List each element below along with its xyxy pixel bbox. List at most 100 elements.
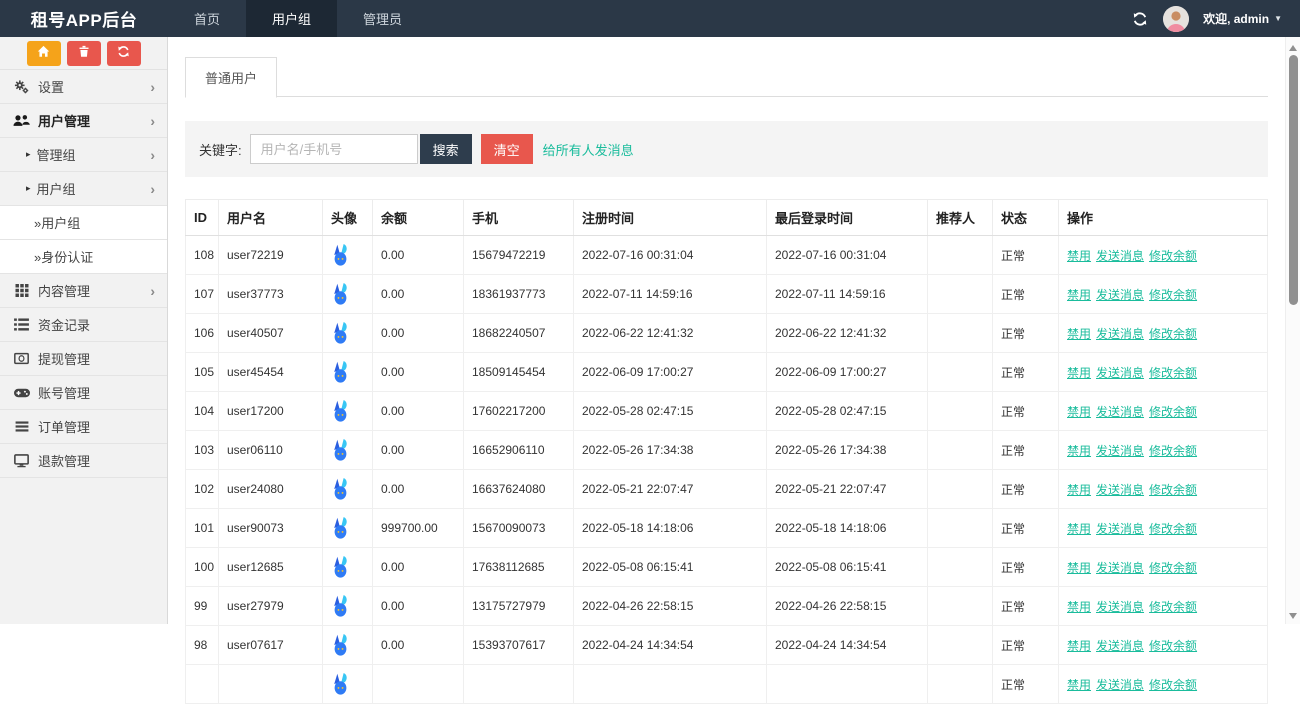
disable-link[interactable]: 禁用 <box>1067 288 1091 302</box>
disable-link[interactable]: 禁用 <box>1067 249 1091 263</box>
edit-balance-link[interactable]: 修改余额 <box>1149 249 1197 263</box>
recycle-button[interactable] <box>107 41 141 66</box>
sidebar-item-退款管理[interactable]: 退款管理 <box>0 444 167 478</box>
disable-link[interactable]: 禁用 <box>1067 561 1091 575</box>
edit-balance-link[interactable]: 修改余额 <box>1149 561 1197 575</box>
nav-item-2[interactable]: 管理员 <box>337 0 428 37</box>
sidebar-item-label: 订单管理 <box>38 417 90 436</box>
cell-actions: 禁用发送消息修改余额 <box>1059 392 1268 431</box>
disable-link[interactable]: 禁用 <box>1067 444 1091 458</box>
send-message-link[interactable]: 发送消息 <box>1096 405 1144 419</box>
welcome-admin-menu[interactable]: 欢迎, admin ▼ <box>1203 10 1282 27</box>
sidebar: 设置›用户管理›▸管理组›▸用户组›»用户组»身份认证内容管理› 资金记录提现管理… <box>0 37 168 624</box>
cell-referrer <box>928 509 993 548</box>
cell-status: 正常 <box>993 314 1059 353</box>
table-row: 102 user24080 0.00 16637624080 2022-05-2… <box>186 470 1268 509</box>
disable-link[interactable]: 禁用 <box>1067 483 1091 497</box>
cell-phone: 16637624080 <box>464 470 574 509</box>
scrollbar-thumb[interactable] <box>1289 55 1298 305</box>
disable-link[interactable]: 禁用 <box>1067 405 1091 419</box>
edit-balance-link[interactable]: 修改余额 <box>1149 444 1197 458</box>
sidebar-item-订单管理[interactable]: 订单管理 <box>0 410 167 444</box>
disable-link[interactable]: 禁用 <box>1067 600 1091 614</box>
edit-balance-link[interactable]: 修改余额 <box>1149 522 1197 536</box>
clear-button[interactable]: 清空 <box>481 134 533 164</box>
refresh-icon[interactable] <box>1131 10 1149 28</box>
sidebar-item-label: 提现管理 <box>38 349 90 368</box>
trash-button[interactable] <box>67 41 101 66</box>
cell-referrer <box>928 275 993 314</box>
cell-last-login: 2022-04-26 22:58:15 <box>767 587 928 626</box>
search-button[interactable]: 搜索 <box>420 134 472 164</box>
cell-username: user45454 <box>219 353 323 392</box>
column-header-9: 操作 <box>1059 200 1268 236</box>
cell-username: user12685 <box>219 548 323 587</box>
send-message-link[interactable]: 发送消息 <box>1096 444 1144 458</box>
send-message-link[interactable]: 发送消息 <box>1096 483 1144 497</box>
edit-balance-link[interactable]: 修改余额 <box>1149 678 1197 692</box>
cell-last-login: 2022-05-18 14:18:06 <box>767 509 928 548</box>
sidebar-item-身份认证[interactable]: »身份认证 <box>0 240 167 274</box>
disable-link[interactable]: 禁用 <box>1067 639 1091 653</box>
sidebar-item-用户组[interactable]: »用户组 <box>0 206 167 240</box>
sidebar-item-资金记录[interactable]: 资金记录 <box>0 308 167 342</box>
user-avatar[interactable] <box>1163 6 1189 32</box>
send-message-link[interactable]: 发送消息 <box>1096 600 1144 614</box>
send-message-link[interactable]: 发送消息 <box>1096 678 1144 692</box>
send-message-link[interactable]: 发送消息 <box>1096 639 1144 653</box>
edit-balance-link[interactable]: 修改余额 <box>1149 405 1197 419</box>
cell-status: 正常 <box>993 509 1059 548</box>
rabbit-avatar-icon <box>331 595 350 617</box>
cell-balance: 0.00 <box>373 470 464 509</box>
sidebar-item-label: 资金记录 <box>38 315 90 334</box>
sidebar-item-管理组[interactable]: ▸管理组› <box>0 138 167 172</box>
cell-avatar <box>323 665 373 704</box>
edit-balance-link[interactable]: 修改余额 <box>1149 288 1197 302</box>
scroll-up-arrow-icon[interactable] <box>1289 45 1297 51</box>
sidebar-item-账号管理[interactable]: 账号管理 <box>0 376 167 410</box>
sidebar-item-提现管理[interactable]: 提现管理 <box>0 342 167 376</box>
cell-referrer <box>928 470 993 509</box>
cell-status: 正常 <box>993 626 1059 665</box>
tab-normal-users[interactable]: 普通用户 <box>185 57 277 98</box>
keyword-input[interactable] <box>250 134 418 164</box>
send-message-link[interactable]: 发送消息 <box>1096 249 1144 263</box>
edit-balance-link[interactable]: 修改余额 <box>1149 327 1197 341</box>
edit-balance-link[interactable]: 修改余额 <box>1149 639 1197 653</box>
cell-status: 正常 <box>993 431 1059 470</box>
table-row: 正常 禁用发送消息修改余额 <box>186 665 1268 704</box>
cell-phone: 18509145454 <box>464 353 574 392</box>
nav-item-1[interactable]: 用户组 <box>246 0 337 37</box>
edit-balance-link[interactable]: 修改余额 <box>1149 483 1197 497</box>
edit-balance-link[interactable]: 修改余额 <box>1149 366 1197 380</box>
send-message-link[interactable]: 发送消息 <box>1096 288 1144 302</box>
disable-link[interactable]: 禁用 <box>1067 678 1091 692</box>
send-message-link[interactable]: 发送消息 <box>1096 327 1144 341</box>
cell-balance: 0.00 <box>373 548 464 587</box>
cell-avatar <box>323 509 373 548</box>
rabbit-avatar-icon <box>331 673 350 695</box>
sidebar-item-内容管理[interactable]: 内容管理› <box>0 274 167 308</box>
disable-link[interactable]: 禁用 <box>1067 366 1091 380</box>
vertical-scrollbar[interactable] <box>1285 37 1300 624</box>
message-all-link[interactable]: 给所有人发消息 <box>543 140 634 159</box>
cell-reg-time: 2022-06-22 12:41:32 <box>574 314 767 353</box>
home-button[interactable] <box>27 41 61 66</box>
cell-avatar <box>323 548 373 587</box>
sidebar-item-用户管理[interactable]: 用户管理› <box>0 104 167 138</box>
disable-link[interactable]: 禁用 <box>1067 327 1091 341</box>
send-message-link[interactable]: 发送消息 <box>1096 522 1144 536</box>
sidebar-item-设置[interactable]: 设置› <box>0 70 167 104</box>
scroll-down-arrow-icon[interactable] <box>1289 613 1297 619</box>
cell-phone: 15679472219 <box>464 236 574 275</box>
nav-item-0[interactable]: 首页 <box>168 0 246 37</box>
table-row: 100 user12685 0.00 17638112685 2022-05-0… <box>186 548 1268 587</box>
gears-icon <box>13 79 30 94</box>
disable-link[interactable]: 禁用 <box>1067 522 1091 536</box>
send-message-link[interactable]: 发送消息 <box>1096 366 1144 380</box>
send-message-link[interactable]: 发送消息 <box>1096 561 1144 575</box>
cell-avatar <box>323 626 373 665</box>
sidebar-item-用户组[interactable]: ▸用户组› <box>0 172 167 206</box>
edit-balance-link[interactable]: 修改余额 <box>1149 600 1197 614</box>
table-row: 108 user72219 0.00 15679472219 2022-07-1… <box>186 236 1268 275</box>
